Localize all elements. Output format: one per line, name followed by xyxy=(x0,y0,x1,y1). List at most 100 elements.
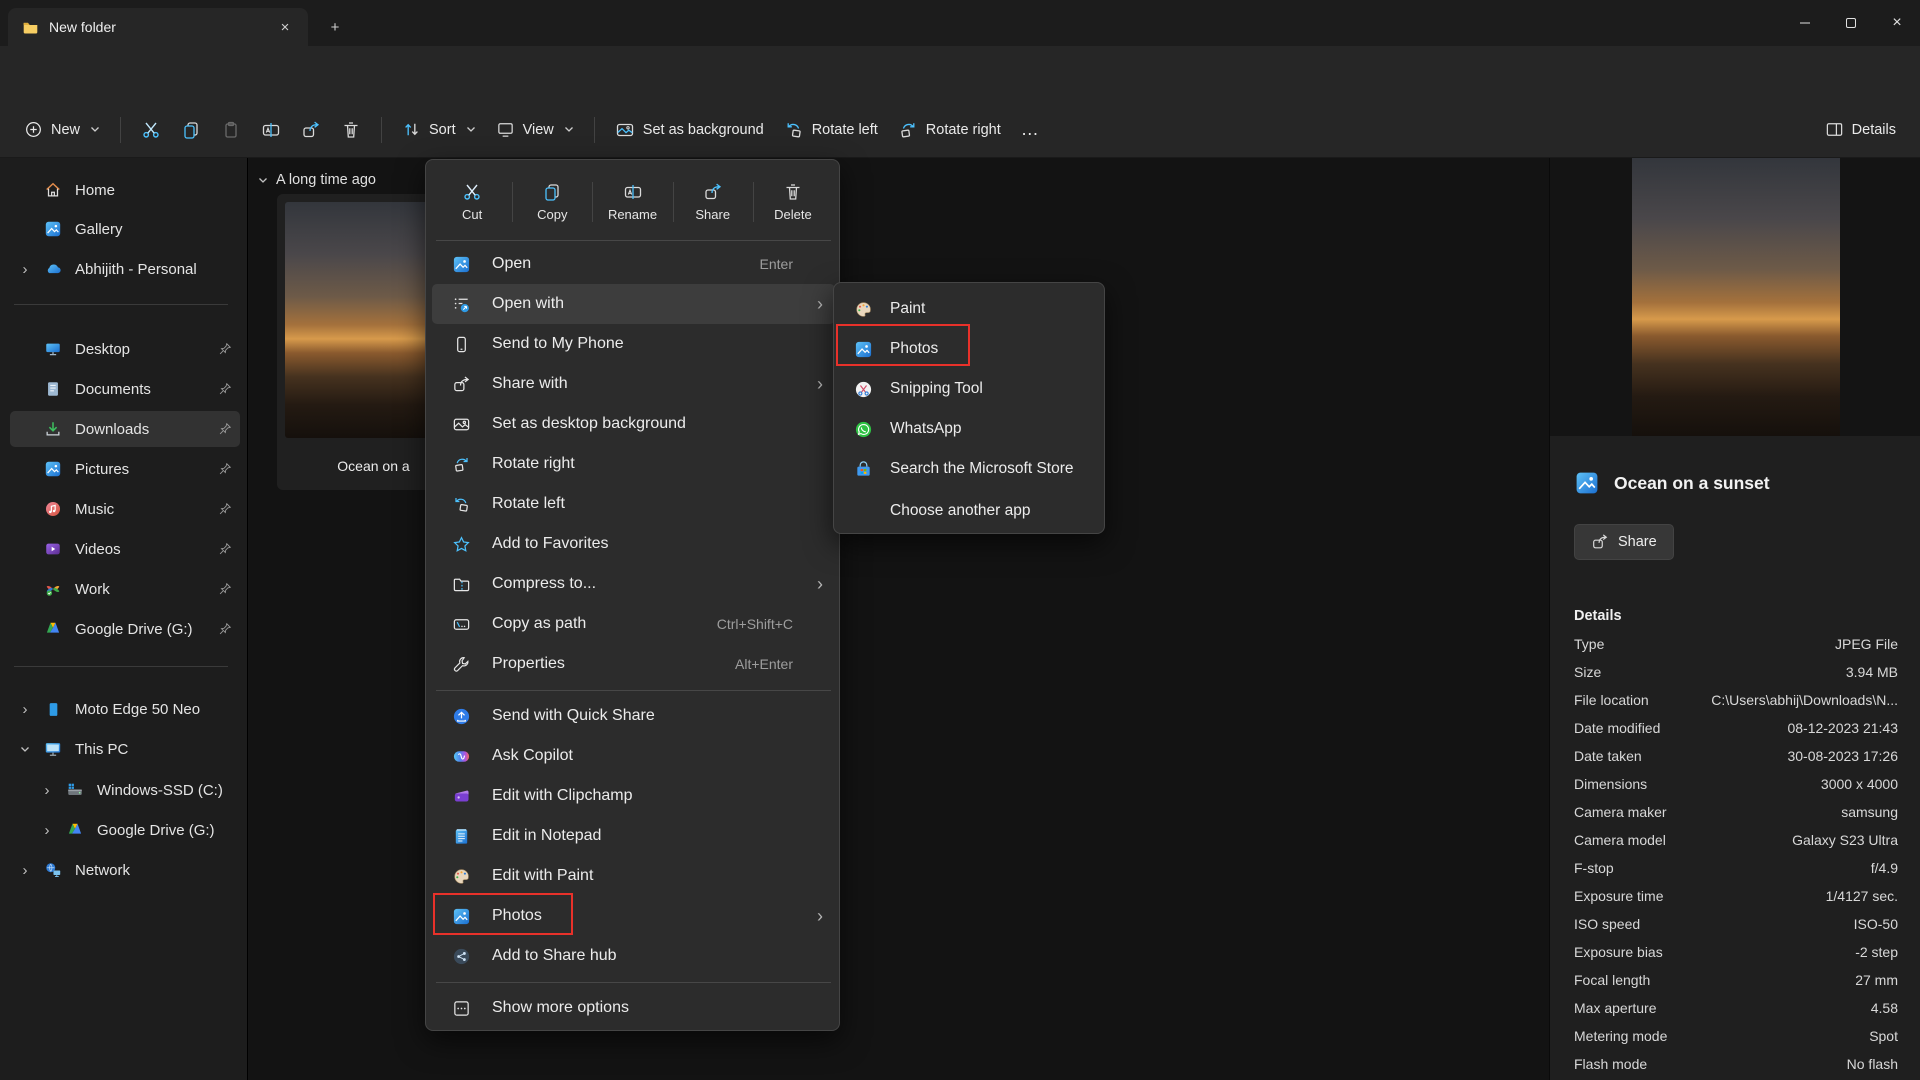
share-button[interactable]: Share xyxy=(673,168,753,236)
detail-row: Camera makersamsung xyxy=(1574,798,1898,826)
sidebar-label: This PC xyxy=(75,741,240,758)
sidebar-item-documents[interactable]: Documents xyxy=(10,371,240,407)
sidebar-item-downloads[interactable]: Downloads xyxy=(10,411,240,447)
menu-item-add-to-share-hub[interactable]: Add to Share hub xyxy=(432,936,835,976)
sort-label: Sort xyxy=(429,122,456,138)
sidebar-item-moto-edge[interactable]: › Moto Edge 50 Neo xyxy=(10,691,240,727)
menu-item-open-with[interactable]: Open with › xyxy=(432,284,835,324)
rename-button[interactable]: Rename xyxy=(592,168,672,236)
group-header[interactable]: A long time ago xyxy=(258,172,376,188)
maximize-button[interactable] xyxy=(1828,0,1874,45)
phone-icon xyxy=(40,701,66,718)
cut-button[interactable]: Cut xyxy=(432,168,512,236)
new-button[interactable]: New xyxy=(14,112,110,148)
menu-item-properties[interactable]: Properties Alt+Enter xyxy=(432,644,835,684)
set-as-background-button[interactable]: Set as background xyxy=(605,112,774,148)
chevron-right-icon[interactable]: › xyxy=(10,862,40,879)
menu-item-send-with-quick-share[interactable]: Send with Quick Share xyxy=(432,696,835,736)
sort-button[interactable]: Sort xyxy=(392,112,486,148)
sidebar-item-work[interactable]: Work xyxy=(10,571,240,607)
menu-item-compress-to[interactable]: Compress to... › xyxy=(432,564,835,604)
rotate-left-button[interactable]: Rotate left xyxy=(774,112,888,148)
explorer-tab[interactable]: New folder × xyxy=(8,8,308,46)
menu-item-share-with[interactable]: Share with › xyxy=(432,364,835,404)
sidebar-item-network[interactable]: › Network xyxy=(10,852,240,888)
sidebar-item-videos[interactable]: Videos xyxy=(10,531,240,567)
chevron-right-icon[interactable]: › xyxy=(10,261,40,278)
details-pane-button[interactable]: Details xyxy=(1815,112,1906,148)
menu-item-rotate-left[interactable]: Rotate left xyxy=(432,484,835,524)
menu-item-send-to-my-phone[interactable]: Send to My Phone xyxy=(432,324,835,364)
file-title-row: Ocean on a sunset xyxy=(1574,470,1770,496)
group-label: A long time ago xyxy=(276,172,376,188)
sidebar-item-google-drive[interactable]: Google Drive (G:) xyxy=(10,611,240,647)
menu-item-ask-copilot[interactable]: Ask Copilot xyxy=(432,736,835,776)
submenu-chevron-icon: › xyxy=(817,294,823,315)
paste-button[interactable] xyxy=(211,112,251,148)
downloads-icon xyxy=(40,420,66,438)
new-tab-button[interactable]: + xyxy=(322,14,348,40)
chevron-right-icon[interactable]: › xyxy=(32,822,62,839)
chevron-down-icon[interactable] xyxy=(10,746,40,753)
submenu-item-whatsapp[interactable]: WhatsApp xyxy=(838,409,1102,449)
detail-row: TypeJPEG File xyxy=(1574,630,1898,658)
star-icon xyxy=(446,535,476,554)
submenu-item-search-microsoft-store[interactable]: Search the Microsoft Store xyxy=(838,449,1102,489)
shortcut: Alt+Enter xyxy=(735,656,793,672)
sidebar-item-google-drive-g[interactable]: › Google Drive (G:) xyxy=(10,812,240,848)
menu-item-copy-as-path[interactable]: Copy as path Ctrl+Shift+C xyxy=(432,604,835,644)
share-icon xyxy=(1591,533,1609,551)
detail-row: File locationC:\Users\abhij\Downloads\N.… xyxy=(1574,686,1898,714)
sidebar-label: Abhijith - Personal xyxy=(75,261,240,278)
sidebar-item-windows-ssd[interactable]: › Windows-SSD (C:) xyxy=(10,772,240,808)
red-highlight-submenu-photos xyxy=(836,324,970,366)
sidebar-item-gallery[interactable]: Gallery xyxy=(10,211,240,247)
copy-button[interactable] xyxy=(171,112,211,148)
menu-item-add-to-favorites[interactable]: Add to Favorites xyxy=(432,524,835,564)
submenu-item-paint[interactable]: Paint xyxy=(838,289,1102,329)
detail-row: Exposure time1/4127 sec. xyxy=(1574,882,1898,910)
sidebar-item-home[interactable]: Home xyxy=(10,172,240,208)
rotate-right-button[interactable]: Rotate right xyxy=(888,112,1011,148)
sidebar-item-onedrive[interactable]: › Abhijith - Personal xyxy=(10,251,240,287)
menu-item-edit-with-paint[interactable]: Edit with Paint xyxy=(432,856,835,896)
open-with-submenu: Paint Photos Snipping Tool WhatsApp Sear… xyxy=(833,282,1105,534)
sidebar-label: Documents xyxy=(75,381,218,398)
detail-row: Date modified08-12-2023 21:43 xyxy=(1574,714,1898,742)
menu-item-set-as-desktop-background[interactable]: Set as desktop background xyxy=(432,404,835,444)
panel-share-button[interactable]: Share xyxy=(1574,524,1674,560)
pin-icon xyxy=(218,422,232,436)
submenu-item-snipping-tool[interactable]: Snipping Tool xyxy=(838,369,1102,409)
share-button[interactable] xyxy=(291,112,331,148)
rename-button[interactable] xyxy=(251,112,291,148)
sidebar-label: Desktop xyxy=(75,341,218,358)
submenu-chevron-icon: › xyxy=(817,906,823,927)
pin-icon xyxy=(218,582,232,596)
menu-item-rotate-right[interactable]: Rotate right xyxy=(432,444,835,484)
sidebar-item-pictures[interactable]: Pictures xyxy=(10,451,240,487)
preview-image[interactable] xyxy=(1632,158,1840,436)
pin-icon xyxy=(218,542,232,556)
close-button[interactable]: × xyxy=(1874,0,1920,45)
copy-button[interactable]: Copy xyxy=(512,168,592,236)
menu-item-edit-in-notepad[interactable]: Edit in Notepad xyxy=(432,816,835,856)
network-icon xyxy=(40,861,66,879)
more-options-button[interactable]: … xyxy=(1011,112,1049,148)
tab-close-icon[interactable]: × xyxy=(272,14,298,40)
sidebar-item-this-pc[interactable]: This PC xyxy=(10,731,240,767)
minimize-button[interactable] xyxy=(1782,0,1828,45)
chevron-right-icon[interactable]: › xyxy=(32,782,62,799)
submenu-item-choose-another-app[interactable]: Choose another app xyxy=(838,491,1102,531)
menu-item-edit-with-clipchamp[interactable]: Edit with Clipchamp xyxy=(432,776,835,816)
menu-item-show-more-options[interactable]: Show more options xyxy=(432,988,835,1028)
view-button[interactable]: View xyxy=(486,112,584,148)
cut-button[interactable] xyxy=(131,112,171,148)
sidebar-label: Music xyxy=(75,501,218,518)
new-label: New xyxy=(51,122,80,138)
sidebar-item-music[interactable]: Music xyxy=(10,491,240,527)
chevron-right-icon[interactable]: › xyxy=(10,701,40,718)
menu-item-open[interactable]: Open Enter xyxy=(432,244,835,284)
delete-button[interactable] xyxy=(331,112,371,148)
sidebar-item-desktop[interactable]: Desktop xyxy=(10,331,240,367)
delete-button[interactable]: Delete xyxy=(753,168,833,236)
